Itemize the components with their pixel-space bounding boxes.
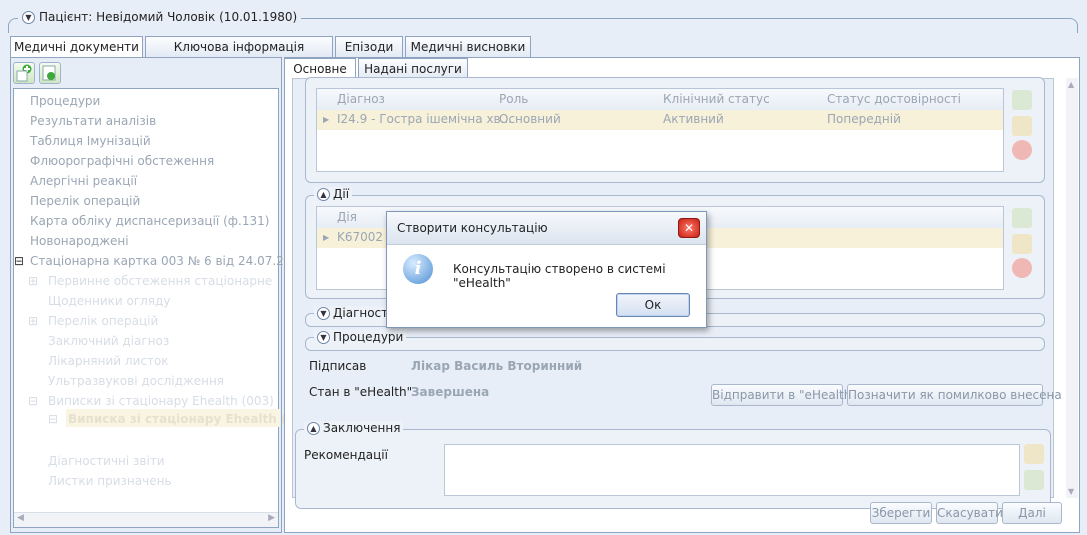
document-tree[interactable]: Процедури Результати аналізів Таблиця Ім… bbox=[13, 88, 317, 528]
chevron-down-icon[interactable]: ▼ bbox=[317, 330, 330, 344]
edit-diagnosis-icon[interactable] bbox=[1012, 116, 1032, 136]
dialog-message: Консультацію створено в системі "eHealth… bbox=[453, 262, 666, 290]
tree-child[interactable]: Листки призначень bbox=[48, 474, 172, 488]
column-header[interactable]: Дія bbox=[337, 210, 357, 224]
ehealth-state-label: Стан в "eHealth" bbox=[309, 385, 413, 399]
diagnoses-group: Діагноз Роль Клінічний статус Статус дос… bbox=[305, 77, 1045, 183]
tree-item[interactable]: Алергічні реакції bbox=[30, 174, 137, 188]
expand-icon[interactable]: ⊞ bbox=[28, 274, 38, 288]
tree-item[interactable]: Новонароджені bbox=[30, 234, 129, 248]
tree-child-selected[interactable]: Виписка зі стаціонару Ehealth (003) bbox=[68, 412, 317, 426]
tab-key-info[interactable]: Ключова інформація пацієнта bbox=[145, 36, 333, 74]
add-document-icon[interactable] bbox=[13, 62, 35, 84]
patient-title: Пацієнт: Невідомий Чоловік (10.01.1980) bbox=[39, 10, 298, 24]
message-dialog: Створити консультацію ✕ i Консультацію с… bbox=[386, 211, 707, 328]
table-cell: I24.9 - Гостра ішемічна хв... bbox=[337, 112, 513, 126]
conclusion-group: ▲ Заключення Рекомендації bbox=[295, 421, 1051, 509]
template-icon[interactable] bbox=[1024, 444, 1044, 464]
recommendations-input[interactable] bbox=[444, 444, 1020, 496]
horizontal-scrollbar[interactable]: ◀ ▶ bbox=[14, 512, 278, 527]
actions-title: Дії bbox=[333, 187, 350, 201]
tab-main[interactable]: Основне bbox=[284, 58, 356, 79]
table-cell: Попередній bbox=[827, 112, 901, 126]
dialog-titlebar: Створити консультацію ✕ bbox=[387, 212, 706, 245]
table-cell: Активний bbox=[663, 112, 724, 126]
column-header[interactable]: Роль bbox=[499, 92, 528, 106]
procedures-group: ▼ Процедури bbox=[305, 330, 1045, 351]
tab-episodes[interactable]: Епізоди bbox=[335, 36, 403, 57]
column-header[interactable]: Клінічний статус bbox=[663, 92, 770, 106]
collapse-icon[interactable]: ⊟ bbox=[48, 412, 58, 426]
signed-label: Підписав bbox=[309, 359, 367, 373]
signed-value: Лікар Василь Вторинний bbox=[411, 359, 583, 373]
tree-child[interactable]: Діагностичні звіти bbox=[48, 454, 165, 468]
conclusion-group-title: ▲ Заключення bbox=[304, 421, 404, 435]
procedures-title: Процедури bbox=[333, 330, 404, 344]
chevron-down-icon[interactable]: ▼ bbox=[22, 10, 35, 24]
tree-item[interactable]: Карта обліку диспансеризації (ф.131) bbox=[30, 214, 269, 228]
collapse-icon[interactable]: ⊟ bbox=[28, 394, 38, 408]
scroll-left-icon[interactable]: ◀ bbox=[17, 513, 24, 523]
info-icon: i bbox=[403, 254, 433, 284]
column-header[interactable]: Статус достовірності bbox=[827, 92, 961, 106]
save-button[interactable]: Зберегти bbox=[870, 502, 932, 524]
patient-group: ▼ Пацієнт: Невідомий Чоловік (10.01.1980… bbox=[8, 8, 1078, 33]
send-ehealth-button[interactable]: Відправити в "eHealth" bbox=[711, 384, 857, 406]
row-indicator-icon: ▶ bbox=[323, 233, 330, 242]
close-icon[interactable]: ✕ bbox=[678, 218, 700, 238]
refresh-icon[interactable] bbox=[1024, 470, 1044, 490]
scroll-right-icon[interactable]: ▶ bbox=[268, 513, 275, 523]
chevron-up-icon[interactable]: ▲ bbox=[317, 187, 330, 201]
delete-diagnosis-icon[interactable] bbox=[1012, 140, 1032, 160]
tree-child[interactable]: Перелік операцій bbox=[48, 314, 158, 328]
tab-medical-documents[interactable]: Медичні документи bbox=[10, 36, 143, 58]
tree-child[interactable]: Виписки зі стаціонару Ehealth (003) bbox=[48, 394, 274, 408]
tree-item[interactable]: Таблиця Імунізацій bbox=[30, 134, 151, 148]
delete-action-icon[interactable] bbox=[1012, 258, 1032, 278]
edit-action-icon[interactable] bbox=[1012, 234, 1032, 254]
patient-header: ▼ Пацієнт: Невідомий Чоловік (10.01.1980… bbox=[18, 10, 302, 24]
tree-child[interactable]: Заключний діагноз bbox=[48, 334, 169, 348]
conclusion-title: Заключення bbox=[323, 421, 401, 435]
tree-item[interactable]: Флюорографічні обстеження bbox=[30, 154, 214, 168]
table-cell: Основний bbox=[499, 112, 561, 126]
diagnoses-table-header: Діагноз Роль Клінічний статус Статус дос… bbox=[317, 89, 1003, 111]
next-button[interactable]: Далі bbox=[1002, 502, 1062, 524]
dialog-title: Створити консультацію bbox=[397, 221, 548, 235]
ehealth-state-value: Завершена bbox=[411, 385, 490, 399]
row-indicator-icon: ▶ bbox=[323, 115, 330, 124]
scroll-down-icon[interactable]: ▼ bbox=[1068, 487, 1074, 496]
tree-item[interactable]: Перелік операцій bbox=[30, 194, 140, 208]
add-diagnosis-icon[interactable] bbox=[1012, 90, 1032, 110]
column-header[interactable]: Діагноз bbox=[337, 92, 385, 106]
left-toolbar bbox=[13, 62, 61, 84]
tree-item[interactable]: Результати аналізів bbox=[30, 114, 156, 128]
procedures-group-title: ▼ Процедури bbox=[314, 330, 407, 344]
mark-error-button[interactable]: Позначити як помилково внесена bbox=[847, 384, 1062, 406]
tree-child[interactable]: Лікарняний листок bbox=[48, 354, 169, 368]
cancel-button[interactable]: Скасувати bbox=[936, 502, 1003, 524]
refresh-document-icon[interactable] bbox=[39, 62, 61, 84]
table-cell: K67002 - bbox=[337, 230, 392, 244]
add-action-icon[interactable] bbox=[1012, 208, 1032, 228]
recommendations-label: Рекомендації bbox=[304, 448, 388, 462]
chevron-down-icon[interactable]: ▼ bbox=[317, 306, 330, 320]
tree-item-inpatient-card[interactable]: Стаціонарна картка 003 № 6 від 24.07.202… bbox=[30, 254, 307, 268]
ok-button[interactable]: Ок bbox=[616, 293, 690, 317]
chevron-up-icon[interactable]: ▲ bbox=[307, 421, 320, 435]
expand-icon[interactable]: ⊞ bbox=[28, 314, 38, 328]
tree-child[interactable]: Первинне обстеження стаціонарне bbox=[48, 274, 272, 288]
tree-item[interactable]: Процедури bbox=[30, 94, 100, 108]
scroll-up-icon[interactable]: ▲ bbox=[1068, 80, 1074, 89]
tree-child[interactable]: Ультразвукові дослідження bbox=[48, 374, 224, 388]
vertical-scrollbar[interactable]: ▲ ▼ bbox=[1066, 78, 1078, 498]
tree-child[interactable]: Щоденники огляду bbox=[48, 294, 170, 308]
tab-medical-conclusions[interactable]: Медичні висновки bbox=[405, 36, 531, 57]
diagnoses-table[interactable]: Діагноз Роль Клінічний статус Статус дос… bbox=[316, 88, 1004, 172]
tab-services[interactable]: Надані послуги bbox=[358, 58, 468, 79]
collapse-icon[interactable]: ⊟ bbox=[14, 254, 26, 268]
table-row[interactable]: ▶ I24.9 - Гостра ішемічна хв... Основний… bbox=[317, 110, 1003, 130]
actions-group-title: ▲ Дії bbox=[314, 187, 353, 201]
